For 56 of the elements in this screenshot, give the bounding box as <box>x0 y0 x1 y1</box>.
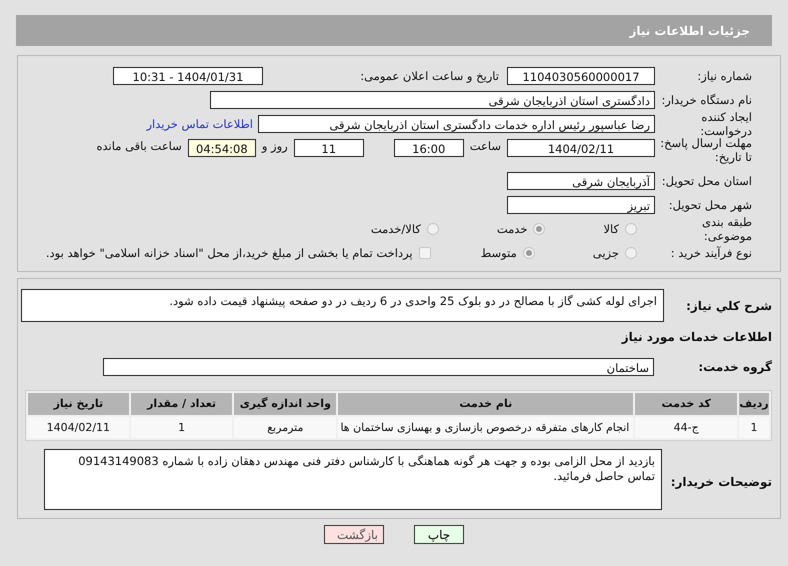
page-title: جزئیات اطلاعات نیاز <box>629 24 750 38</box>
field-label: شماره نیاز: <box>696 69 753 83</box>
field-label: ایجاد کننده درخواست: <box>699 110 753 138</box>
announce-date-field: 1404/01/31 - 10:31 <box>113 67 263 85</box>
buyer-field: دادگستری استان اذربایجان شرقی <box>210 91 655 109</box>
description-field: اجرای لوله کشی گاز با مصالح در دو بلوک 25 واحدی در 6 ردیف در دو صفحه پیشنهاد قیمت داده شود. <box>21 289 664 322</box>
radio-label: متوسط <box>480 246 517 260</box>
field-label: گروه خدمت: <box>697 359 773 374</box>
radio-label: جزیی <box>592 246 619 260</box>
service-group-field: ساختمان <box>103 358 654 376</box>
table-cell: ج-44 <box>635 417 738 438</box>
field-label: نوع فرآیند خرید : <box>670 246 753 260</box>
table-cell: 1 <box>130 417 232 438</box>
field-label: استان محل تحویل: <box>660 174 753 188</box>
province-field: آذربایجان شرقی <box>507 172 655 190</box>
column-header: تعداد / مقدار <box>130 393 232 415</box>
city-field: تبریز <box>507 196 655 214</box>
field-label: توضیحات خریدار: <box>670 474 773 489</box>
back-button[interactable]: بازگشت <box>324 525 384 544</box>
field-label: تاریخ و ساعت اعلان عمومی: <box>359 69 500 83</box>
days-label: روز و <box>260 139 289 153</box>
field-label: طبقه بندی موضوعی: <box>701 215 753 243</box>
buyer-notes-field: بازدید از محل الزامی بوده و جهت هر گونه هماهنگی با کارشناس دفتر فنی مهندس دهقان زاده با شماره 09143149083 تماس حاصل فرمائید. <box>44 449 662 510</box>
requester-field: رضا عباسپور رئیس اداره خدمات دادگستری استان اذربایجان شرقی <box>258 115 655 133</box>
radio-label: کالا/خدمت <box>370 222 421 236</box>
payment-label: پرداخت تمام یا بخشی از مبلغ خرید،از محل "اسناد خزانه اسلامی" خواهد بود. <box>44 246 414 260</box>
column-header: واحد اندازه گیری <box>234 393 336 415</box>
field-label: شرح كلي نياز: <box>685 298 773 313</box>
radio-button[interactable] <box>426 223 439 235</box>
radio-label: کالا <box>603 222 619 236</box>
section-title: اطلاعات خدمات مورد نیاز <box>620 330 773 344</box>
remaining-time-field: 04:54:08 <box>188 139 256 157</box>
buyer-contact-link[interactable]: اطلاعات تماس خریدار <box>146 117 253 131</box>
remaining-label: ساعت باقی مانده <box>96 139 183 153</box>
need-number-field: 1104030560000017 <box>507 67 655 85</box>
table-cell: انجام کارهای متفرقه درخصوص بازسازی و بهسازی ساختمان ها <box>338 417 634 438</box>
column-header: کد خدمت <box>635 393 738 415</box>
table-cell: 1 <box>739 417 769 438</box>
radio-label: خدمت <box>496 222 528 236</box>
days-field: 11 <box>294 139 364 157</box>
field-label: شهر محل تحویل: <box>668 198 753 212</box>
column-header: ردیف <box>739 393 769 415</box>
deadline-date-field: 1404/02/11 <box>507 139 655 157</box>
column-header: نام خدمت <box>338 393 634 415</box>
radio-button[interactable] <box>522 247 535 259</box>
radio-button[interactable] <box>625 223 637 235</box>
field-label: نام دستگاه خریدار: <box>660 93 753 107</box>
column-header: تاریخ نیاز <box>28 393 129 415</box>
radio-button[interactable] <box>625 247 637 259</box>
table-cell: مترمربع <box>234 417 336 438</box>
time-label: ساعت <box>468 139 502 153</box>
deadline-time-field: 16:00 <box>394 139 464 157</box>
print-button[interactable]: چاپ <box>414 525 464 544</box>
checkbox[interactable] <box>418 247 431 259</box>
radio-button[interactable] <box>533 223 546 235</box>
table-cell: 1404/02/11 <box>28 417 129 438</box>
